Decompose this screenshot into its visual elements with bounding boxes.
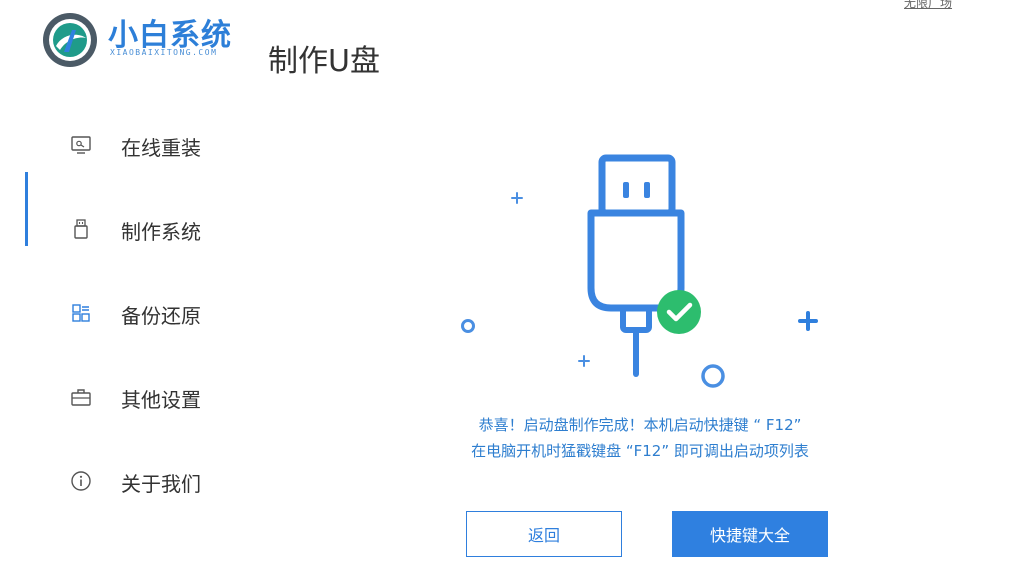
back-button[interactable]: 返回 [466,511,622,557]
usb-cable-success-illustration [461,154,818,388]
message-line-1: 恭喜！启动盘制作完成！本机启动快捷键 “ F12” [478,416,802,434]
sidebar-item-label: 其他设置 [121,388,201,412]
sidebar-item-other-settings[interactable]: 其他设置 [0,366,260,426]
plus-icon [511,192,523,204]
ring-decoration [701,364,725,388]
plus-icon [798,311,818,331]
top-corner-link[interactable]: 无限广场 [904,0,952,11]
toolbox-icon [71,389,91,406]
logo-icon [43,13,97,67]
page-title: 制作U盘 [268,44,380,79]
message-line-2: 在电脑开机时猛戳键盘 “F12” 即可调出启动项列表 [471,442,809,460]
completion-message: 恭喜！启动盘制作完成！本机启动快捷键 “ F12” 在电脑开机时猛戳键盘 “F1… [400,412,880,464]
shortcut-keys-button[interactable]: 快捷键大全 [672,511,828,557]
sidebar-item-backup-restore[interactable]: 备份还原 [0,282,260,342]
sidebar-item-make-system[interactable]: 制作系统 [0,198,260,258]
ring-decoration [461,319,475,333]
usb-drive-icon [74,219,88,239]
brand-domain: XIAOBAIXITONG.COM [110,48,218,57]
sidebar-item-online-reinstall[interactable]: 在线重装 [0,114,260,174]
usb-head [598,154,676,217]
sidebar-item-about-us[interactable]: 关于我们 [0,450,260,510]
sidebar-item-label: 在线重装 [121,136,201,160]
success-check-icon [657,290,701,334]
info-icon [71,471,91,491]
sidebar-item-label: 关于我们 [121,472,201,496]
plus-icon [578,355,590,367]
usb-pin [644,182,650,198]
monitor-icon [71,136,91,154]
app-window: 小白系统 XIAOBAIXITONG.COM 制作U盘 无限广场 在线重装 制作… [0,0,1010,573]
sidebar: 在线重装 制作系统 备份还原 其他设置 关于我们 [0,102,260,522]
grid-icon [72,304,90,322]
usb-pin [623,182,629,198]
sidebar-item-label: 制作系统 [121,220,201,244]
sidebar-item-label: 备份还原 [121,304,201,328]
